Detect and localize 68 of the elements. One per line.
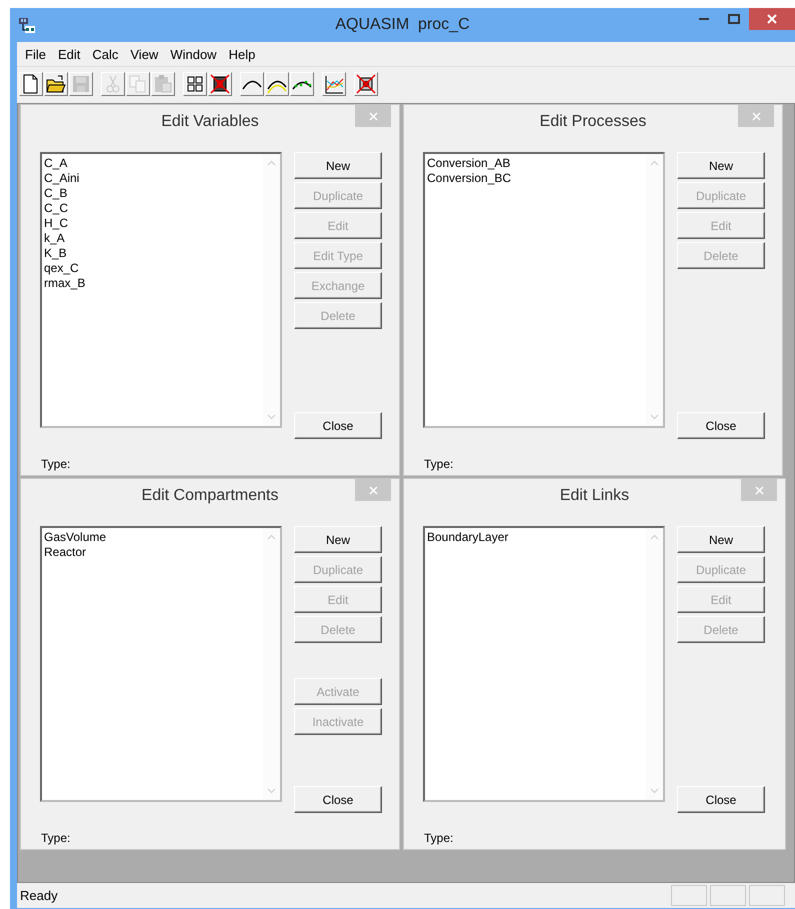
- minimize-icon: [699, 18, 709, 20]
- toolbar-button[interactable]: [290, 72, 314, 96]
- close-icon: [767, 14, 777, 24]
- type-label: Type:: [41, 831, 70, 845]
- action-button[interactable]: New: [294, 152, 382, 179]
- status-pane: [710, 885, 746, 906]
- toolbar-button[interactable]: [19, 72, 43, 96]
- toolbar-button[interactable]: [322, 72, 346, 96]
- maximize-icon: [728, 14, 740, 24]
- close-button[interactable]: [749, 8, 795, 30]
- list-item[interactable]: GasVolume: [44, 530, 106, 545]
- list-box[interactable]: BoundaryLayer: [423, 526, 665, 802]
- toolbar-button[interactable]: [354, 72, 378, 96]
- panel-title: Edit Links: [560, 487, 630, 505]
- toolbar-button[interactable]: [240, 72, 264, 96]
- close-button[interactable]: Close: [294, 786, 382, 813]
- close-icon: [752, 112, 760, 120]
- toolbar-button[interactable]: [44, 72, 68, 96]
- list-item[interactable]: rmax_B: [44, 276, 86, 291]
- close-icon: [368, 112, 378, 120]
- status-text: Ready: [20, 888, 58, 903]
- list-box[interactable]: C_A C_Aini C_B C_C H_C k_A K_B qex_C rmax_B: [40, 152, 282, 428]
- type-label: Type:: [424, 831, 454, 845]
- toolbar-button[interactable]: [183, 72, 207, 96]
- list-item[interactable]: Conversion_BC: [427, 171, 512, 186]
- menu-item[interactable]: File: [19, 46, 52, 62]
- type-label: Type:: [41, 457, 70, 471]
- window-title: AQUASIM proc_C: [335, 16, 470, 34]
- list-item[interactable]: k_A: [44, 231, 65, 246]
- menu-item[interactable]: Help: [222, 46, 262, 62]
- toolbar-button[interactable]: [208, 72, 232, 96]
- line-chart-icon: [323, 73, 345, 95]
- action-button[interactable]: New: [294, 526, 382, 553]
- close-button[interactable]: Close: [677, 412, 765, 439]
- menu-item[interactable]: View: [124, 46, 164, 62]
- clipboard-icon: [152, 73, 174, 95]
- crossed-box-icon: [209, 73, 231, 95]
- action-button[interactable]: New: [677, 152, 765, 179]
- folder-icon: [45, 73, 67, 95]
- app-icon: [18, 16, 36, 34]
- panel-title: Edit Processes: [540, 113, 646, 131]
- status-pane: [749, 885, 785, 906]
- list-item[interactable]: C_A: [44, 156, 68, 171]
- list-item[interactable]: K_B: [44, 246, 67, 261]
- panel-title: Edit Compartments: [142, 487, 278, 505]
- list-box[interactable]: GasVolume Reactor: [40, 526, 282, 802]
- action-button[interactable]: New: [677, 526, 765, 553]
- list-item[interactable]: C_C: [44, 201, 68, 216]
- menu-item[interactable]: Window: [164, 46, 223, 62]
- list-box[interactable]: Conversion_AB Conversion_BC: [423, 152, 665, 428]
- menu-item[interactable]: Calc: [86, 46, 124, 62]
- close-icon: [368, 486, 378, 494]
- list-item[interactable]: qex_C: [44, 261, 79, 276]
- type-label: Type:: [424, 457, 454, 471]
- menu-item[interactable]: Edit: [52, 46, 86, 62]
- list-item[interactable]: BoundaryLayer: [427, 530, 508, 545]
- list-item[interactable]: Reactor: [44, 545, 86, 560]
- list-item[interactable]: C_B: [44, 186, 68, 201]
- panel-title: Edit Variables: [161, 113, 259, 131]
- list-item[interactable]: H_C: [44, 216, 68, 231]
- status-pane: [671, 885, 707, 906]
- close-icon: [754, 486, 764, 494]
- list-item[interactable]: Conversion_AB: [427, 156, 510, 171]
- close-button[interactable]: Close: [294, 412, 382, 439]
- list-item[interactable]: C_Aini: [44, 171, 80, 186]
- close-button[interactable]: Close: [677, 786, 765, 813]
- crossed-chart-icon: [355, 73, 377, 95]
- toolbar-button[interactable]: [265, 72, 289, 96]
